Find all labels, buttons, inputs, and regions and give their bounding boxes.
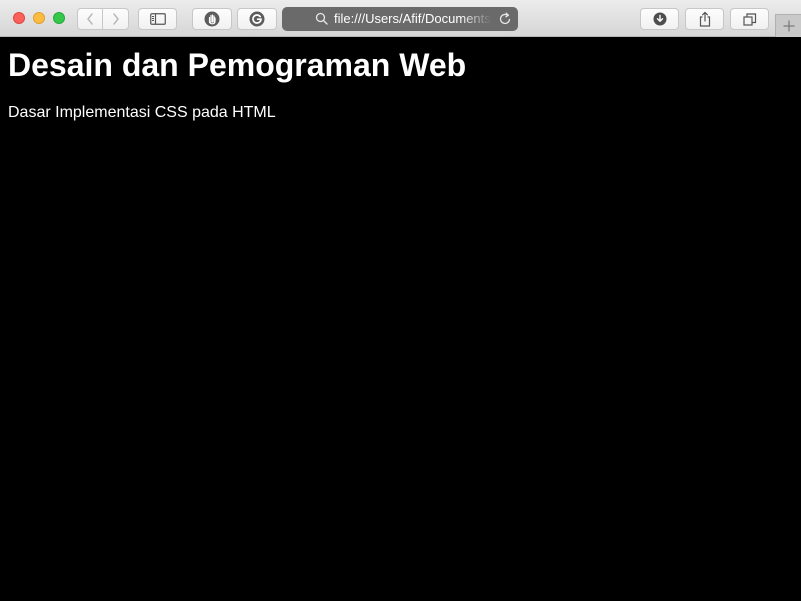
chevron-left-icon — [87, 13, 93, 25]
address-bar[interactable]: file:///Users/Afif/Documents — [282, 7, 518, 31]
hand-extension-icon — [204, 11, 220, 27]
hand-extension-button[interactable] — [192, 8, 232, 30]
download-icon — [653, 12, 666, 26]
tab-overview-button[interactable] — [730, 8, 769, 30]
page-heading: Desain dan Pemograman Web — [8, 47, 467, 83]
grammarly-extension-button[interactable] — [237, 8, 277, 30]
browser-toolbar: file:///Users/Afif/Documents — [0, 0, 801, 37]
new-tab-button[interactable] — [775, 14, 801, 37]
back-button[interactable] — [77, 8, 103, 30]
sidebar-icon — [149, 13, 166, 25]
downloads-button[interactable] — [640, 8, 679, 30]
sidebar-toggle-button[interactable] — [138, 8, 177, 30]
page-content: Desain dan Pemograman Web Dasar Implemen… — [0, 38, 801, 601]
plus-icon — [783, 20, 794, 32]
window-zoom-button[interactable] — [53, 12, 65, 24]
chevron-right-icon — [112, 13, 119, 25]
forward-button[interactable] — [102, 8, 129, 30]
window-close-button[interactable] — [13, 12, 25, 24]
address-url[interactable]: file:///Users/Afif/Documents — [334, 11, 492, 27]
tab-overview-icon — [742, 12, 756, 26]
search-icon — [315, 12, 328, 25]
browser-window: file:///Users/Afif/Documents Desain dan … — [0, 0, 801, 601]
share-button[interactable] — [685, 8, 724, 30]
window-minimize-button[interactable] — [33, 12, 45, 24]
grammarly-extension-icon — [249, 11, 265, 27]
share-icon — [699, 11, 710, 27]
reload-icon[interactable] — [498, 12, 512, 26]
page-paragraph: Dasar Implementasi CSS pada HTML — [8, 104, 276, 121]
